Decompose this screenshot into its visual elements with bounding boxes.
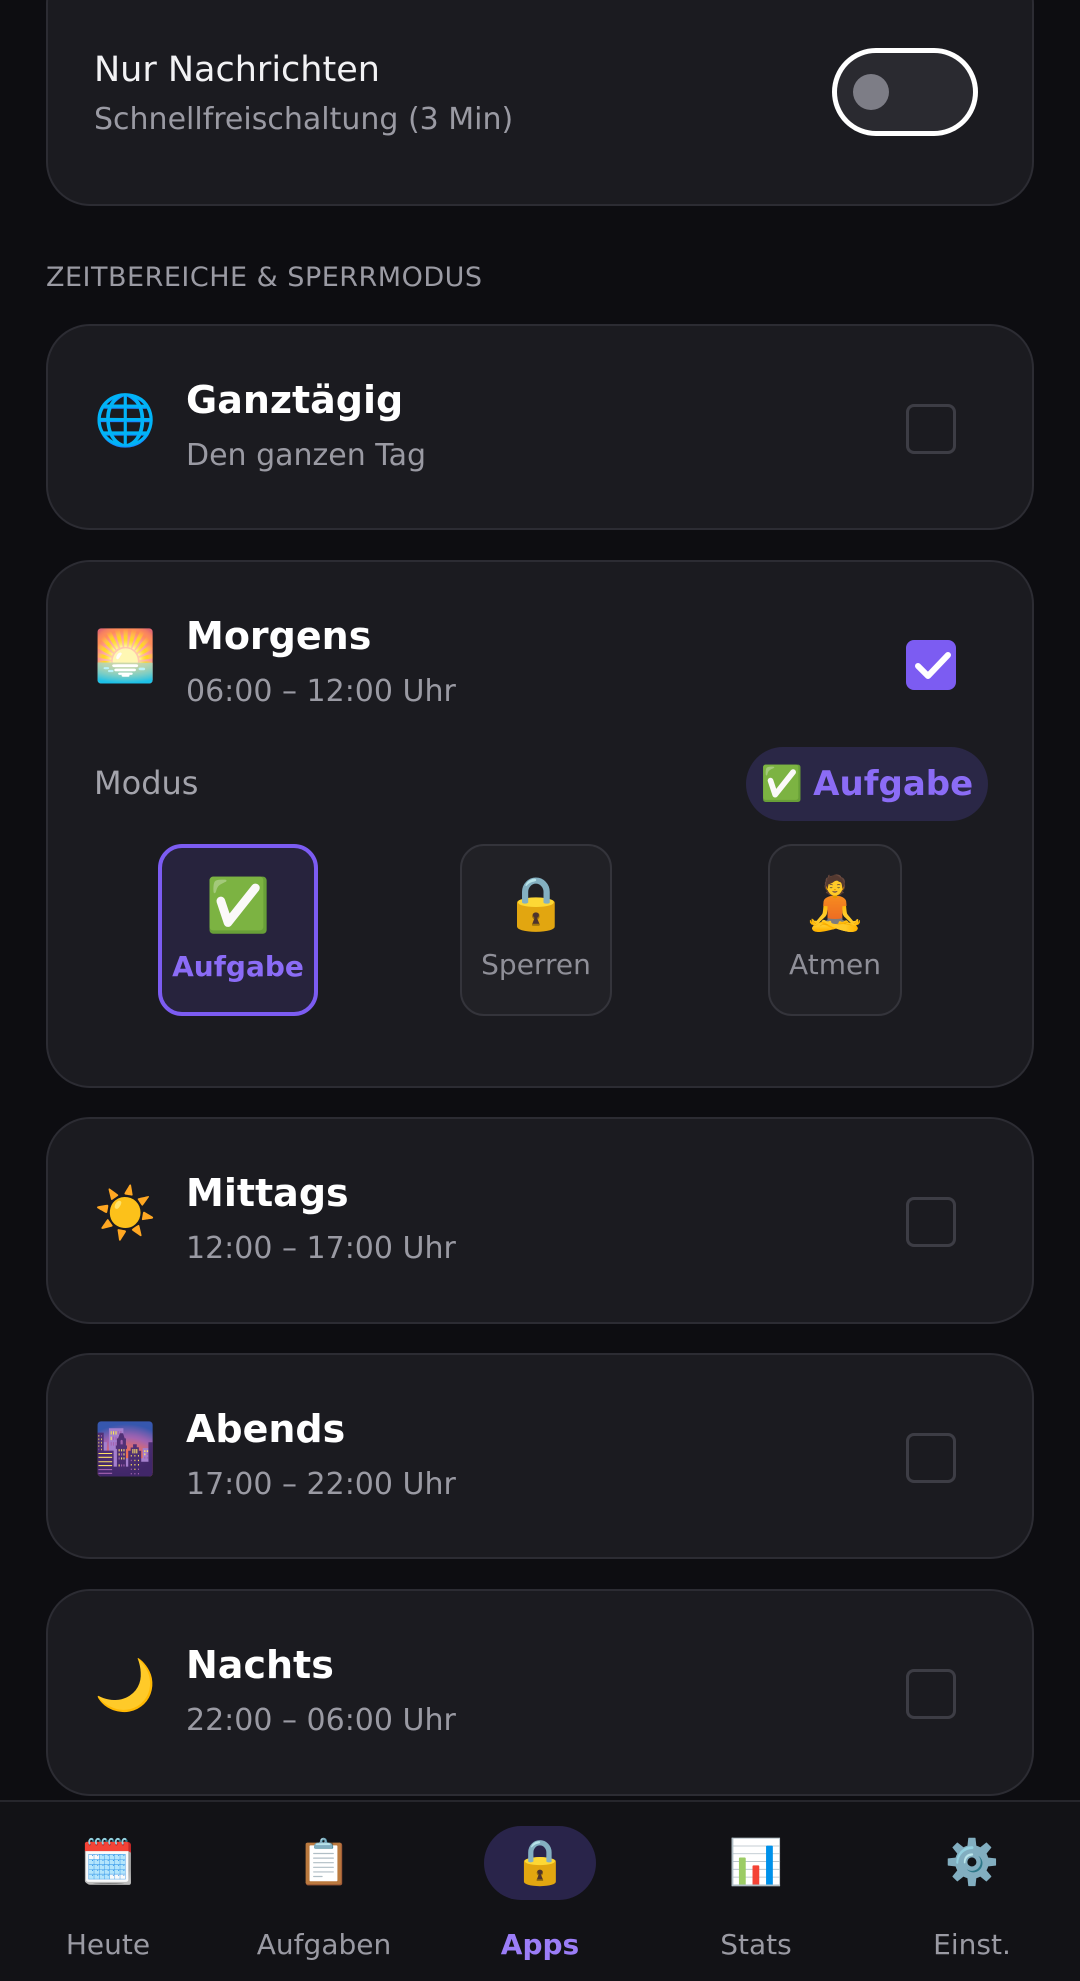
slot-title: Mittags [186,1171,349,1215]
mode-option-label: Atmen [789,948,881,981]
slot-checkbox[interactable] [906,640,956,690]
check-mark-icon: ✅ [205,876,271,936]
nav-label: Stats [720,1928,792,1961]
bottom-navigation: 🗓️ Heute 📋 Aufgaben 🔒 Apps 📊 Stats ⚙️ Ei… [0,1800,1080,1981]
slot-title: Nachts [186,1643,334,1687]
sunrise-icon: 🌅 [94,627,157,685]
mode-option-label: Aufgabe [172,950,304,983]
quick-unlock-subtitle: Schnellfreischaltung (3 Min) [94,102,514,137]
quick-unlock-card: Nur Nachrichten Schnellfreischaltung (3 … [46,0,1034,206]
nav-item-heute[interactable]: 🗓️ Heute [0,1802,216,1981]
slot-checkbox[interactable] [906,1433,956,1483]
slot-title: Abends [186,1407,346,1451]
nav-label: Aufgaben [256,1928,392,1961]
slot-card-mittags[interactable]: ☀️ Mittags 12:00 – 17:00 Uhr [46,1117,1034,1324]
calendar-icon: 🗓️ [80,1837,136,1888]
slot-title: Ganztägig [186,378,404,422]
quick-unlock-title: Nur Nachrichten [94,50,380,90]
mode-option-aufgabe[interactable]: ✅ Aufgabe [158,844,318,1016]
slot-title: Morgens [186,614,372,658]
slot-card-morgens[interactable]: 🌅 Morgens 06:00 – 12:00 Uhr Modus ✅ Aufg… [46,560,1034,1088]
sun-icon: ☀️ [94,1184,157,1242]
city-dusk-icon: 🌆 [94,1420,157,1478]
clipboard-icon: 📋 [296,1837,352,1888]
checkmark-icon [915,652,951,679]
slot-subtitle: 17:00 – 22:00 Uhr [186,1467,456,1502]
slot-card-abends[interactable]: 🌆 Abends 17:00 – 22:00 Uhr [46,1353,1034,1559]
nav-label: Heute [65,1928,151,1961]
slot-checkbox[interactable] [906,1197,956,1247]
mode-label: Modus [94,764,199,802]
current-mode-label: Aufgabe [813,764,974,804]
lock-icon: 🔒 [484,1826,596,1900]
nav-label: Apps [500,1928,580,1961]
nav-item-aufgaben[interactable]: 📋 Aufgaben [216,1802,432,1981]
toggle-knob [853,74,889,110]
slot-card-nachts[interactable]: 🌙 Nachts 22:00 – 06:00 Uhr [46,1589,1034,1796]
slot-subtitle: 06:00 – 12:00 Uhr [186,674,456,709]
app-screen: Nur Nachrichten Schnellfreischaltung (3 … [0,0,1080,1981]
mode-option-label: Sperren [481,948,591,981]
check-mark-icon: ✅ [760,764,804,804]
nav-item-einstellungen[interactable]: ⚙️ Einst. [864,1802,1080,1981]
slot-subtitle: 12:00 – 17:00 Uhr [186,1231,456,1266]
current-mode-badge: ✅ Aufgabe [746,747,988,821]
mode-option-sperren[interactable]: 🔒 Sperren [460,844,612,1016]
section-label: ZEITBEREICHE & SPERRMODUS [46,262,483,293]
nav-label: Einst. [933,1928,1011,1961]
bar-chart-icon: 📊 [728,1837,784,1888]
slot-checkbox[interactable] [906,1669,956,1719]
mode-option-atmen[interactable]: 🧘 Atmen [768,844,902,1016]
messages-only-toggle[interactable] [832,48,978,136]
nav-item-stats[interactable]: 📊 Stats [648,1802,864,1981]
meditation-icon: 🧘 [802,874,868,934]
slot-card-ganztaegig[interactable]: 🌐 Ganztägig Den ganzen Tag [46,324,1034,530]
slot-checkbox[interactable] [906,404,956,454]
slot-subtitle: 22:00 – 06:00 Uhr [186,1703,456,1738]
lock-icon: 🔒 [503,874,569,934]
gear-icon: ⚙️ [944,1837,1000,1888]
globe-icon: 🌐 [94,391,157,449]
moon-icon: 🌙 [94,1656,157,1714]
nav-item-apps[interactable]: 🔒 Apps [432,1802,648,1981]
slot-subtitle: Den ganzen Tag [186,438,427,473]
